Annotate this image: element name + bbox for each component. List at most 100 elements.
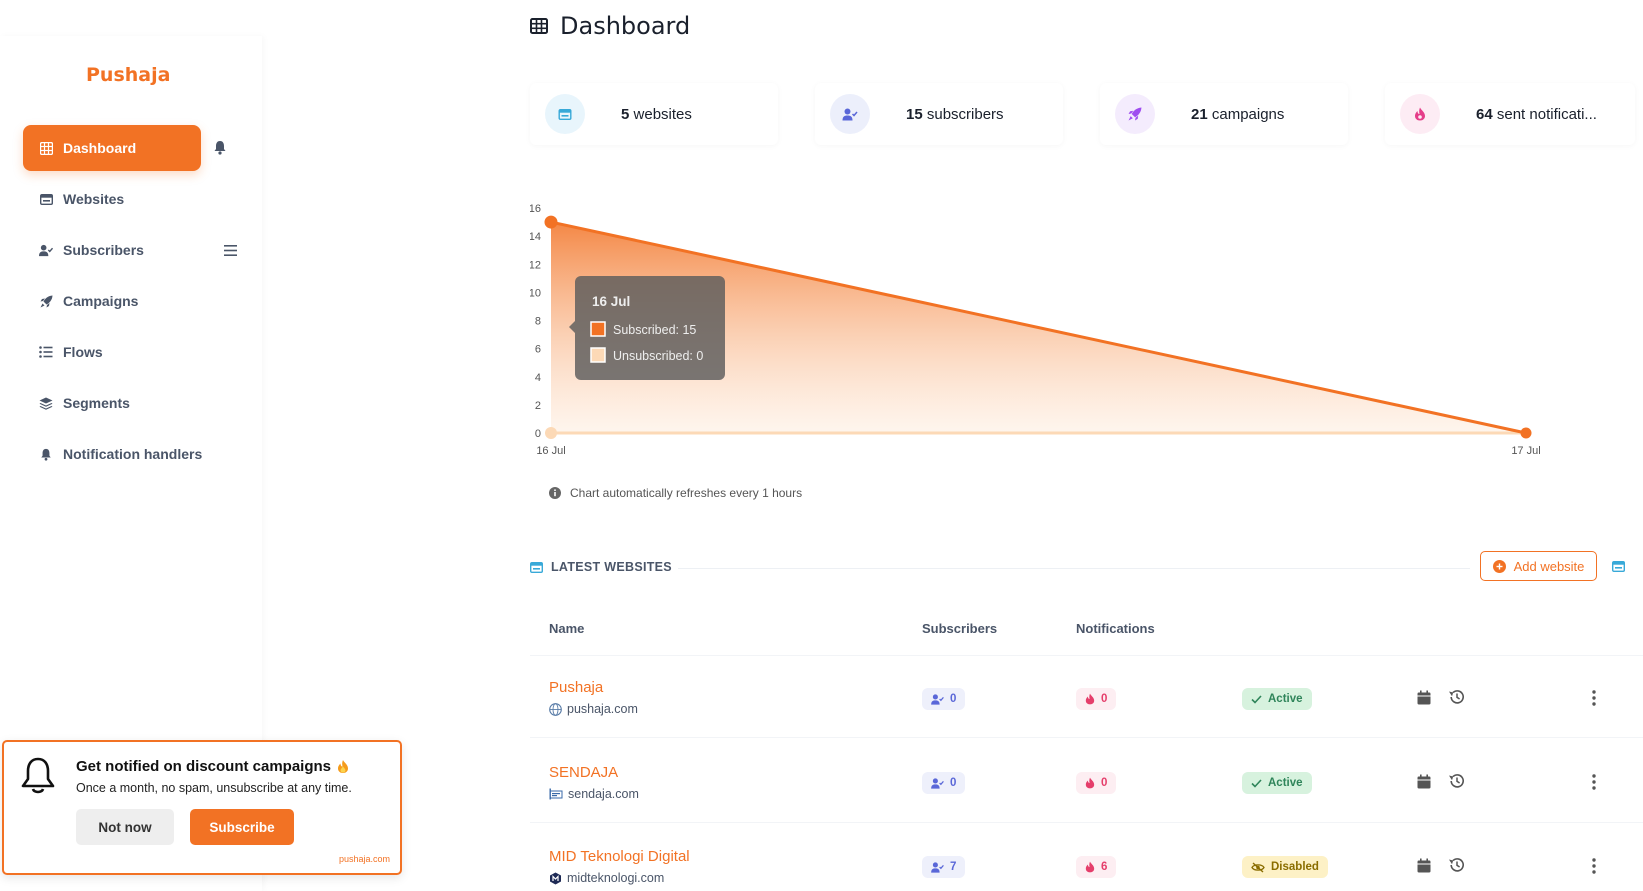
- fire-icon: [1085, 693, 1095, 705]
- sidebar-item-dashboard[interactable]: Dashboard: [23, 125, 201, 171]
- user-check-icon: [931, 861, 944, 873]
- subscribers-count: 7: [950, 861, 957, 873]
- layers-icon: [39, 396, 53, 410]
- y-tick-label: 2: [535, 400, 541, 412]
- sidebar-item-websites[interactable]: Websites: [23, 176, 201, 222]
- notifications-count: 0: [1101, 693, 1108, 705]
- menu-icon[interactable]: [222, 242, 238, 258]
- sidebar-item-label: Campaigns: [63, 293, 139, 309]
- divider: [530, 655, 1643, 656]
- tooltip-swatch: [590, 347, 606, 363]
- column-header-subscribers: Subscribers: [922, 621, 998, 636]
- calendar-icon[interactable]: [1417, 774, 1431, 789]
- sidebar-item-label: Dashboard: [63, 140, 137, 156]
- y-tick-label: 10: [530, 287, 541, 299]
- stat-label: websites: [633, 105, 692, 123]
- user-check-icon: [931, 777, 944, 789]
- notifications-count: 6: [1101, 861, 1108, 873]
- stat-card-websites[interactable]: 5 websites: [530, 83, 778, 145]
- status-badge: Active: [1242, 772, 1312, 794]
- check-icon: [1251, 694, 1262, 704]
- sidebar-item-segments[interactable]: Segments: [23, 380, 201, 426]
- website-name-link[interactable]: SENDAJA: [549, 764, 618, 781]
- calendar-icon[interactable]: [1417, 858, 1431, 873]
- subscribers-area-chart[interactable]: 0 2 4 6 8 10 12 14 16 16 Jul 17 Jul 16 Jul Subscribe…: [530, 200, 1630, 480]
- stat-label: sent notificati...: [1496, 105, 1597, 123]
- more-options-icon[interactable]: [1592, 690, 1596, 706]
- window-icon: [545, 94, 585, 134]
- subscribers-badge: 0: [922, 688, 966, 710]
- column-header-notifications: Notifications: [1076, 621, 1155, 636]
- history-icon[interactable]: [1448, 857, 1465, 873]
- stat-card-campaigns[interactable]: 21 campaigns: [1100, 83, 1348, 145]
- more-options-icon[interactable]: [1592, 774, 1596, 790]
- page-title: Dashboard: [530, 12, 690, 40]
- fire-icon: [337, 759, 349, 774]
- stat-card-notifications[interactable]: 64 sent notificati...: [1385, 83, 1635, 145]
- history-icon[interactable]: [1448, 689, 1465, 705]
- notifications-badge: 6: [1076, 856, 1117, 878]
- website-domain: midteknologi.com: [549, 871, 664, 885]
- brand-logo[interactable]: Pushaja: [86, 64, 170, 86]
- website-domain-text: sendaja.com: [568, 787, 639, 801]
- stat-card-subscribers[interactable]: 15 subscribers: [815, 83, 1063, 145]
- website-name-link[interactable]: Pushaja: [549, 679, 603, 696]
- chart-note-text: Chart automatically refreshes every 1 ho…: [570, 486, 803, 500]
- page-title-text: Dashboard: [560, 12, 691, 40]
- popup-title-text: Get notified on discount campaigns: [76, 758, 332, 775]
- data-point-subscribed: [1520, 427, 1532, 439]
- status-badge: Active: [1242, 688, 1312, 710]
- stat-text: 64 sent notificati...: [1476, 106, 1597, 123]
- bell-icon[interactable]: [212, 139, 228, 155]
- chart-refresh-note: Chart automatically refreshes every 1 ho…: [549, 486, 802, 500]
- subscribers-count: 0: [950, 777, 957, 789]
- divider: [530, 822, 1643, 823]
- sidebar-item-flows[interactable]: Flows: [23, 329, 201, 375]
- sidebar-item-label: Subscribers: [63, 242, 144, 258]
- window-icon[interactable]: [1612, 561, 1625, 572]
- subscribers-badge: 0: [922, 772, 966, 794]
- y-tick-label: 8: [535, 316, 541, 328]
- status-badge: Disabled: [1242, 856, 1328, 878]
- user-check-icon: [830, 94, 870, 134]
- status-text: Disabled: [1271, 861, 1319, 873]
- subscribers-badge: 7: [922, 856, 966, 878]
- more-options-icon[interactable]: [1592, 858, 1596, 874]
- y-tick-label: 0: [535, 428, 541, 440]
- divider: [678, 568, 1470, 569]
- fire-icon: [1085, 861, 1095, 873]
- website-name-link[interactable]: MID Teknologi Digital: [549, 848, 690, 865]
- sidebar-item-campaigns[interactable]: Campaigns: [23, 278, 201, 324]
- section-title: LATEST WEBSITES: [530, 560, 672, 574]
- add-website-button[interactable]: Add website: [1480, 551, 1597, 581]
- notifications-count: 0: [1101, 777, 1108, 789]
- stat-value: 64: [1476, 105, 1493, 123]
- sidebar-item-label: Websites: [63, 191, 125, 207]
- y-tick-label: 16: [530, 203, 541, 215]
- stat-value: 21: [1191, 105, 1208, 123]
- bell-icon: [39, 447, 53, 461]
- rocket-icon: [39, 294, 53, 308]
- website-domain: sendaja.com: [549, 787, 639, 801]
- y-tick-label: 12: [530, 259, 541, 271]
- user-check-icon: [39, 243, 53, 257]
- calendar-icon[interactable]: [1417, 690, 1431, 705]
- websites-table: [530, 606, 1643, 891]
- subscribe-popup: Get notified on discount campaigns Once …: [2, 740, 402, 875]
- history-icon[interactable]: [1448, 773, 1465, 789]
- website-domain-text: midteknologi.com: [567, 871, 665, 885]
- globe-icon: [549, 702, 562, 716]
- sidebar-item-label: Flows: [63, 344, 103, 360]
- not-now-button[interactable]: Not now: [76, 809, 174, 845]
- x-tick-label: 16 Jul: [536, 445, 565, 457]
- stat-text: 21 campaigns: [1191, 106, 1284, 123]
- eye-slash-icon: [1251, 861, 1265, 873]
- sidebar-item-subscribers[interactable]: Subscribers: [23, 227, 201, 273]
- favicon-icon: [549, 872, 562, 885]
- notifications-badge: 0: [1076, 772, 1117, 794]
- plus-circle-icon: [1492, 559, 1506, 573]
- fire-icon: [1400, 94, 1440, 134]
- subscribe-button[interactable]: Subscribe: [190, 809, 294, 845]
- divider: [530, 737, 1643, 738]
- sidebar-item-notification-handlers[interactable]: Notification handlers: [23, 431, 223, 477]
